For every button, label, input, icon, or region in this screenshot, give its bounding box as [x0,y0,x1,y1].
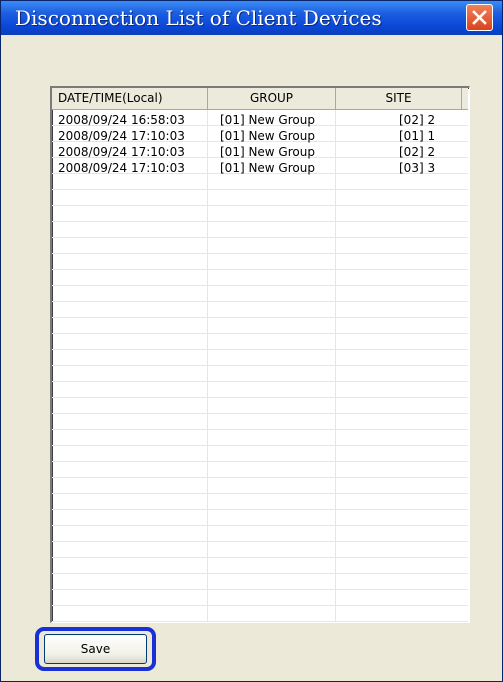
column-header-site[interactable]: SITE [336,88,462,109]
table-row[interactable]: 2008/09/24 17:10:03 [01] New Group [01] … [52,128,468,144]
cell-group: [01] New Group [220,161,315,175]
list-header: DATE/TIME(Local) GROUP SITE [52,88,468,110]
table-row[interactable]: 2008/09/24 16:58:03 [01] New Group [02] … [52,112,468,128]
table-row[interactable]: 2008/09/24 17:10:03 [01] New Group [02] … [52,144,468,160]
window-title: Disconnection List of Client Devices [15,6,382,30]
cell-datetime: 2008/09/24 17:10:03 [58,161,185,175]
list-grid [52,110,468,622]
dialog-window: Disconnection List of Client Devices DAT… [0,0,503,682]
cell-group: [01] New Group [220,113,315,127]
column-divider [207,110,208,622]
cell-datetime: 2008/09/24 17:10:03 [58,129,185,143]
close-icon [472,10,487,25]
save-button[interactable]: Save [44,634,147,664]
cell-datetime: 2008/09/24 16:58:03 [58,113,185,127]
column-header-group[interactable]: GROUP [208,88,336,109]
cell-group: [01] New Group [220,129,315,143]
column-divider [335,110,336,622]
cell-site: [02] 2 [399,113,436,127]
cell-site: [01] 1 [399,129,436,143]
cell-group: [01] New Group [220,145,315,159]
column-header-datetime[interactable]: DATE/TIME(Local) [52,88,208,109]
close-button[interactable] [466,4,493,31]
cell-site: [03] 3 [399,161,436,175]
cell-datetime: 2008/09/24 17:10:03 [58,145,185,159]
table-row[interactable]: 2008/09/24 17:10:03 [01] New Group [03] … [52,160,468,176]
title-bar[interactable]: Disconnection List of Client Devices [1,1,502,35]
cell-site: [02] 2 [399,145,436,159]
disconnection-list[interactable]: DATE/TIME(Local) GROUP SITE 2008/09/24 1… [50,86,470,623]
